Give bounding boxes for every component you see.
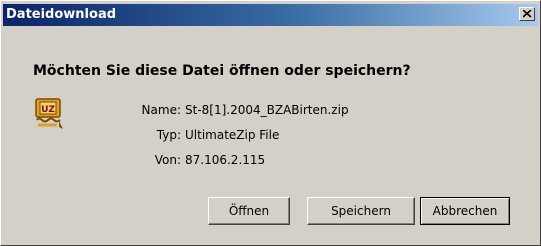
type-label: Typ: [156,128,181,142]
file-source-value: 87.106.2.115 [185,153,266,167]
from-label: Von: [154,153,181,167]
file-name-value: St-8[1].2004_BZABirten.zip [185,103,349,117]
save-button[interactable]: Speichern [307,197,415,225]
open-button[interactable]: Öffnen [208,197,290,225]
file-download-dialog: Dateidownload Möchten Sie diese Datei öf… [0,0,541,246]
name-label: Name: [141,103,181,117]
download-question: Möchten Sie diese Datei öffnen oder spei… [33,63,411,79]
window-title: Dateidownload [6,7,117,22]
cancel-button[interactable]: Abbrechen [420,197,510,225]
close-icon [523,10,532,18]
svg-text:UZ: UZ [41,105,55,115]
file-type-value: UltimateZip File [185,128,280,142]
ultimatezip-archive-icon: UZ [33,96,67,132]
title-bar[interactable]: Dateidownload [3,4,538,26]
close-button[interactable] [519,7,535,21]
